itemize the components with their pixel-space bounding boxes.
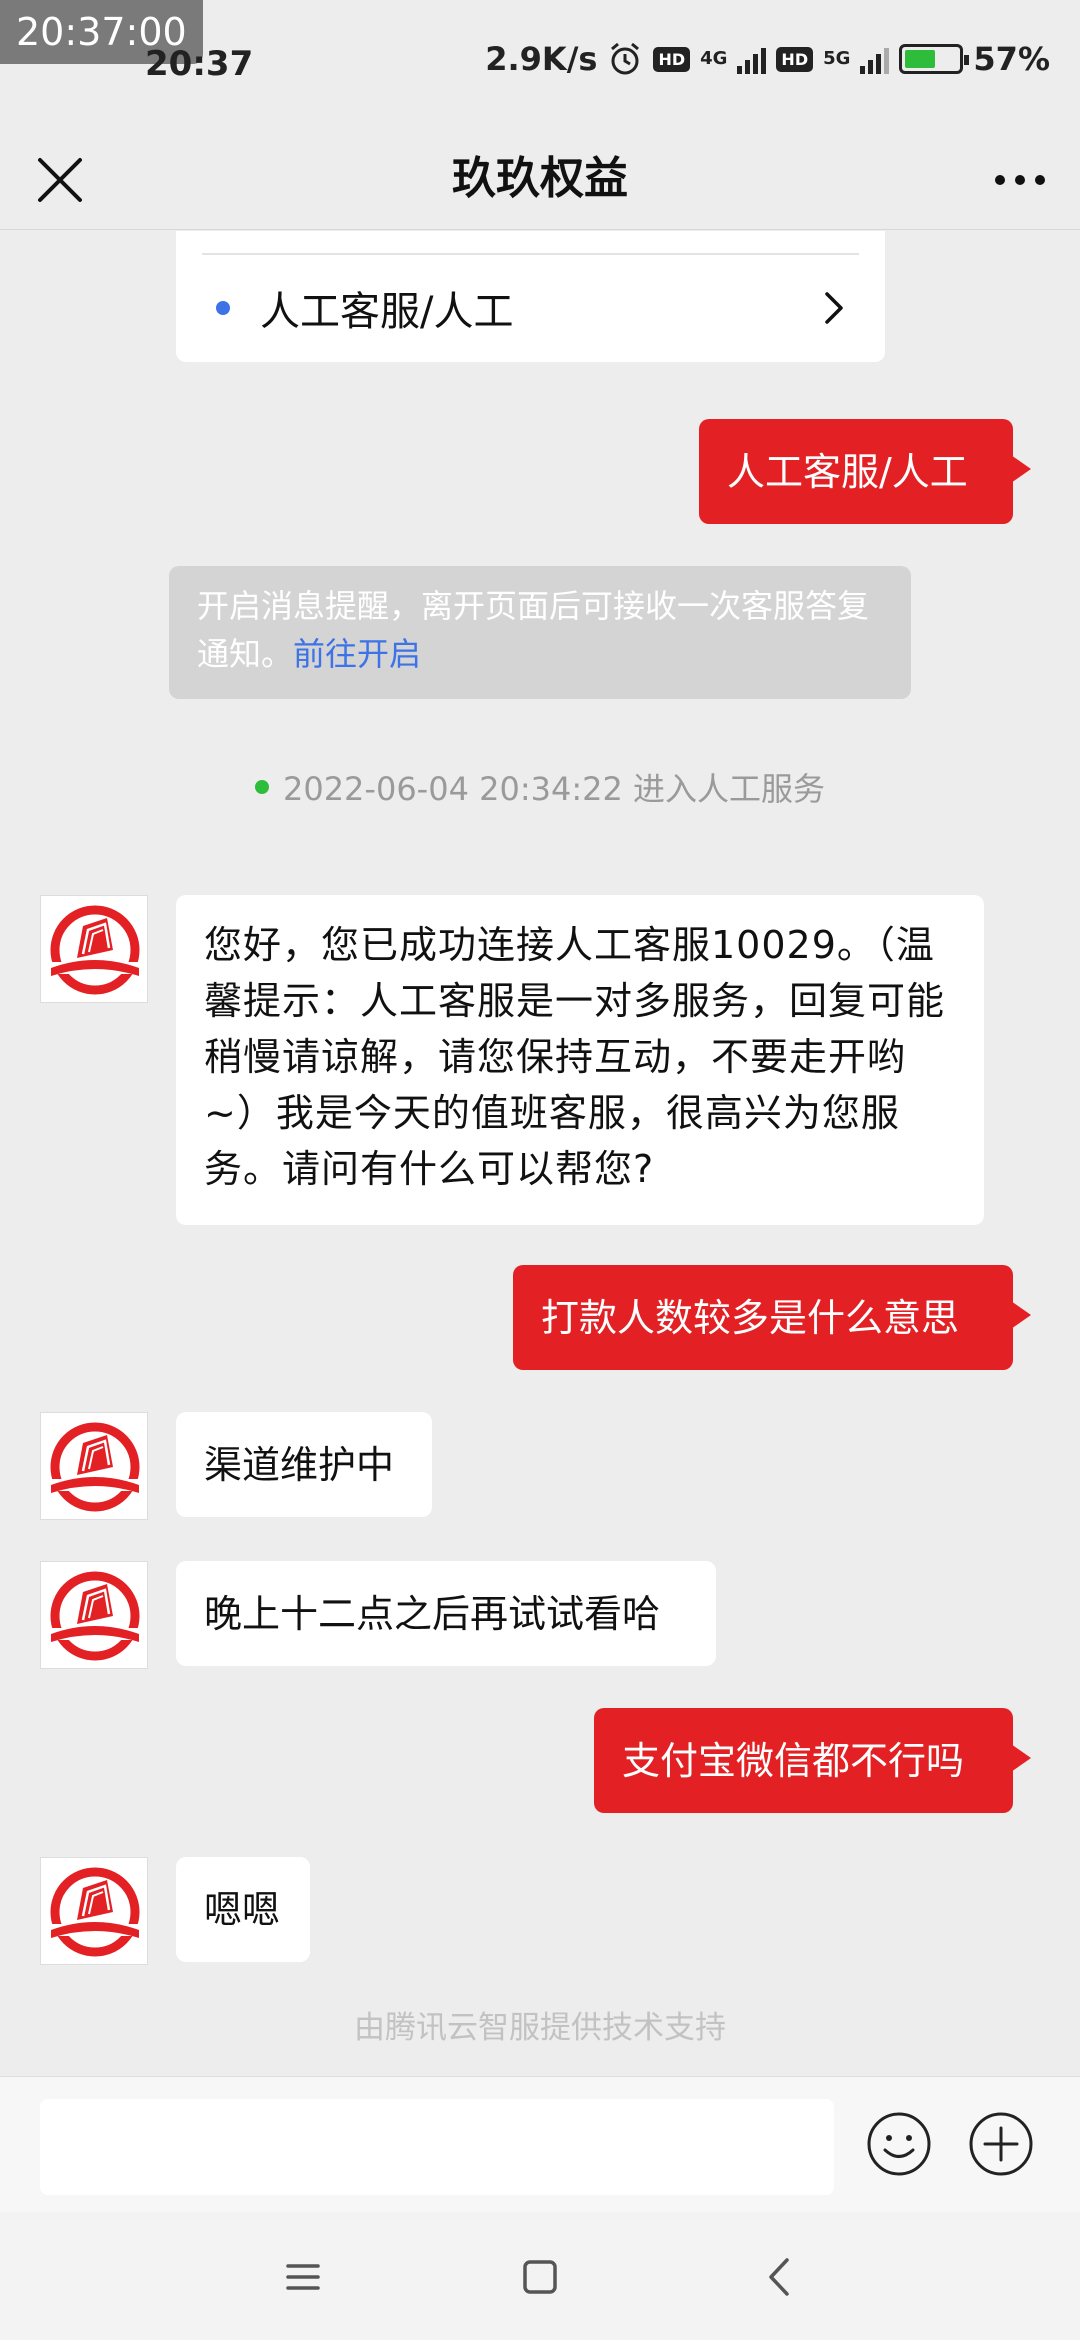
status-icons: 2.9K/s HD 4G HD 5G 57% — [485, 40, 1050, 78]
online-dot-icon — [254, 780, 269, 794]
net-speed: 2.9K/s — [485, 40, 598, 78]
message-input[interactable] — [40, 2099, 834, 2195]
sim1-network: 4G — [700, 50, 727, 68]
menu-item-label: 人工客服/人工 — [260, 288, 514, 335]
menu-icon[interactable] — [278, 2252, 328, 2302]
session-timeline: 2022-06-04 20:34:22 进入人工服务 — [0, 764, 1080, 810]
plus-icon[interactable] — [968, 2111, 1034, 2177]
timeline-text: 2022-06-04 20:34:22 进入人工服务 — [282, 770, 826, 808]
sim2-network: 5G — [823, 50, 850, 68]
brand-logo-icon — [49, 1422, 141, 1512]
menu-item-human-service[interactable]: 人工客服/人工 — [176, 255, 885, 360]
status-time: 20:37 — [145, 44, 254, 84]
message-bubble-sent[interactable]: 支付宝微信都不行吗 — [594, 1708, 1031, 1813]
message-bubble-received[interactable]: 嗯嗯 — [176, 1857, 310, 1962]
powered-by-text: 由腾讯云智服提供技术支持 — [354, 2010, 726, 2046]
agent-avatar[interactable] — [40, 1561, 148, 1669]
battery-icon — [899, 44, 970, 74]
brand-logo-icon — [49, 1867, 141, 1957]
message-bubble-sent[interactable]: 打款人数较多是什么意思 — [513, 1265, 1031, 1370]
chat-area[interactable]: 人工客服/人工 人工客服/人工 开启消息提醒，离开页面后可接收一次客服答复通知。… — [0, 231, 1080, 2076]
message-bubble-received[interactable]: 您好，您已成功连接人工客服10029。（温馨提示：人工客服是一对多服务，回复可能… — [176, 895, 984, 1225]
input-bar — [0, 2076, 1080, 2212]
menu-card: 人工客服/人工 — [176, 231, 885, 362]
message-bubble-received[interactable]: 渠道维护中 — [176, 1412, 432, 1517]
message-bubble-received[interactable]: 晚上十二点之后再试试看哈 — [176, 1561, 716, 1666]
message-bubble-sent[interactable]: 人工客服/人工 — [699, 419, 1031, 524]
back-icon[interactable] — [755, 2252, 805, 2302]
agent-avatar[interactable] — [40, 895, 148, 1003]
enable-notification-link[interactable]: 前往开启 — [293, 635, 421, 673]
signal-icon — [737, 44, 767, 74]
emoji-icon[interactable] — [866, 2111, 932, 2177]
hd-badge-2: HD — [776, 46, 814, 72]
hd-badge: HD — [653, 46, 691, 72]
bullet-icon — [216, 300, 230, 315]
signal-icon-2 — [860, 44, 890, 74]
home-icon[interactable] — [515, 2252, 565, 2302]
status-bar: 20:37:00 20:37 2.9K/s HD 4G HD 5G 57% — [0, 0, 1080, 130]
chevron-right-icon — [825, 291, 843, 324]
battery-percent: 57% — [973, 40, 1050, 78]
sim2-type: 5G — [823, 48, 851, 69]
page-title: 玖玖权益 — [452, 153, 628, 204]
system-nav-bar — [0, 2212, 1080, 2340]
brand-logo-icon — [49, 905, 141, 995]
nav-bar: 玖玖权益 — [0, 130, 1080, 230]
brand-logo-icon — [49, 1571, 141, 1661]
more-icon[interactable] — [990, 150, 1050, 210]
notification-prompt: 开启消息提醒，离开页面后可接收一次客服答复通知。前往开启 — [169, 566, 911, 699]
agent-avatar[interactable] — [40, 1857, 148, 1965]
alarm-icon — [611, 42, 640, 75]
sim1-type: 4G — [700, 48, 728, 69]
agent-avatar[interactable] — [40, 1412, 148, 1520]
